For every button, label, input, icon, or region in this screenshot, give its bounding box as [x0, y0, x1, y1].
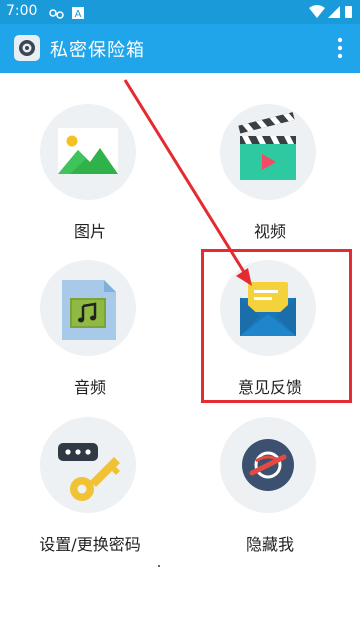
- stray-dot: [158, 565, 160, 567]
- annotation-arrow: [123, 79, 252, 286]
